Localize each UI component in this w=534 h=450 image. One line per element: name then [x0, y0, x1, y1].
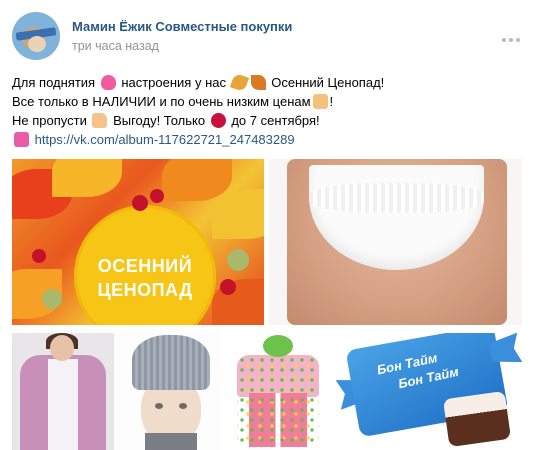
album-link[interactable]: https://vk.com/album-117622721_247483289 — [35, 132, 295, 147]
post-text-line-1: Для поднятия настроения у нас Осенний Це… — [12, 72, 522, 93]
post-text-line-2: Все только в НАЛИЧИИ и по очень низким ц… — [12, 94, 334, 109]
autumn-sale-title: ОСЕННИЙ ЦЕНОПАД — [97, 256, 193, 300]
photo-autumn-sale[interactable]: ОСЕННИЙ ЦЕНОПАД — [12, 159, 264, 325]
post-text-line-3: Не пропусти Выгоду! Только до 7 сентября… — [12, 113, 320, 128]
maple-leaf-icon — [229, 72, 249, 93]
more-icon[interactable] — [502, 36, 522, 44]
thumbs-up-icon — [312, 94, 328, 109]
post-text-line-4: https://vk.com/album-117622721_247483289 — [12, 130, 522, 149]
group-avatar[interactable] — [12, 12, 60, 60]
photo-lingerie[interactable] — [269, 159, 522, 325]
photo-kids-pajamas[interactable] — [227, 333, 329, 450]
pointing-hand-icon — [92, 113, 108, 128]
lips-icon — [210, 113, 226, 128]
fallen-leaf-icon — [250, 75, 266, 90]
photo-kids-hat[interactable] — [119, 333, 222, 450]
post-card: Мамин Ёжик Совместные покупки три часа н… — [0, 0, 534, 450]
post-text: Для поднятия настроения у нас Осенний Це… — [12, 72, 522, 149]
heart-box-icon — [14, 132, 29, 147]
post-time-link[interactable]: три часа назад — [72, 39, 159, 53]
sparkling-heart-icon — [100, 75, 116, 90]
photo-candy[interactable]: Бон Тайм Бон Тайм — [334, 333, 522, 450]
post-author-link[interactable]: Мамин Ёжик Совместные покупки — [72, 19, 292, 34]
photo-cardigan[interactable] — [12, 333, 114, 450]
